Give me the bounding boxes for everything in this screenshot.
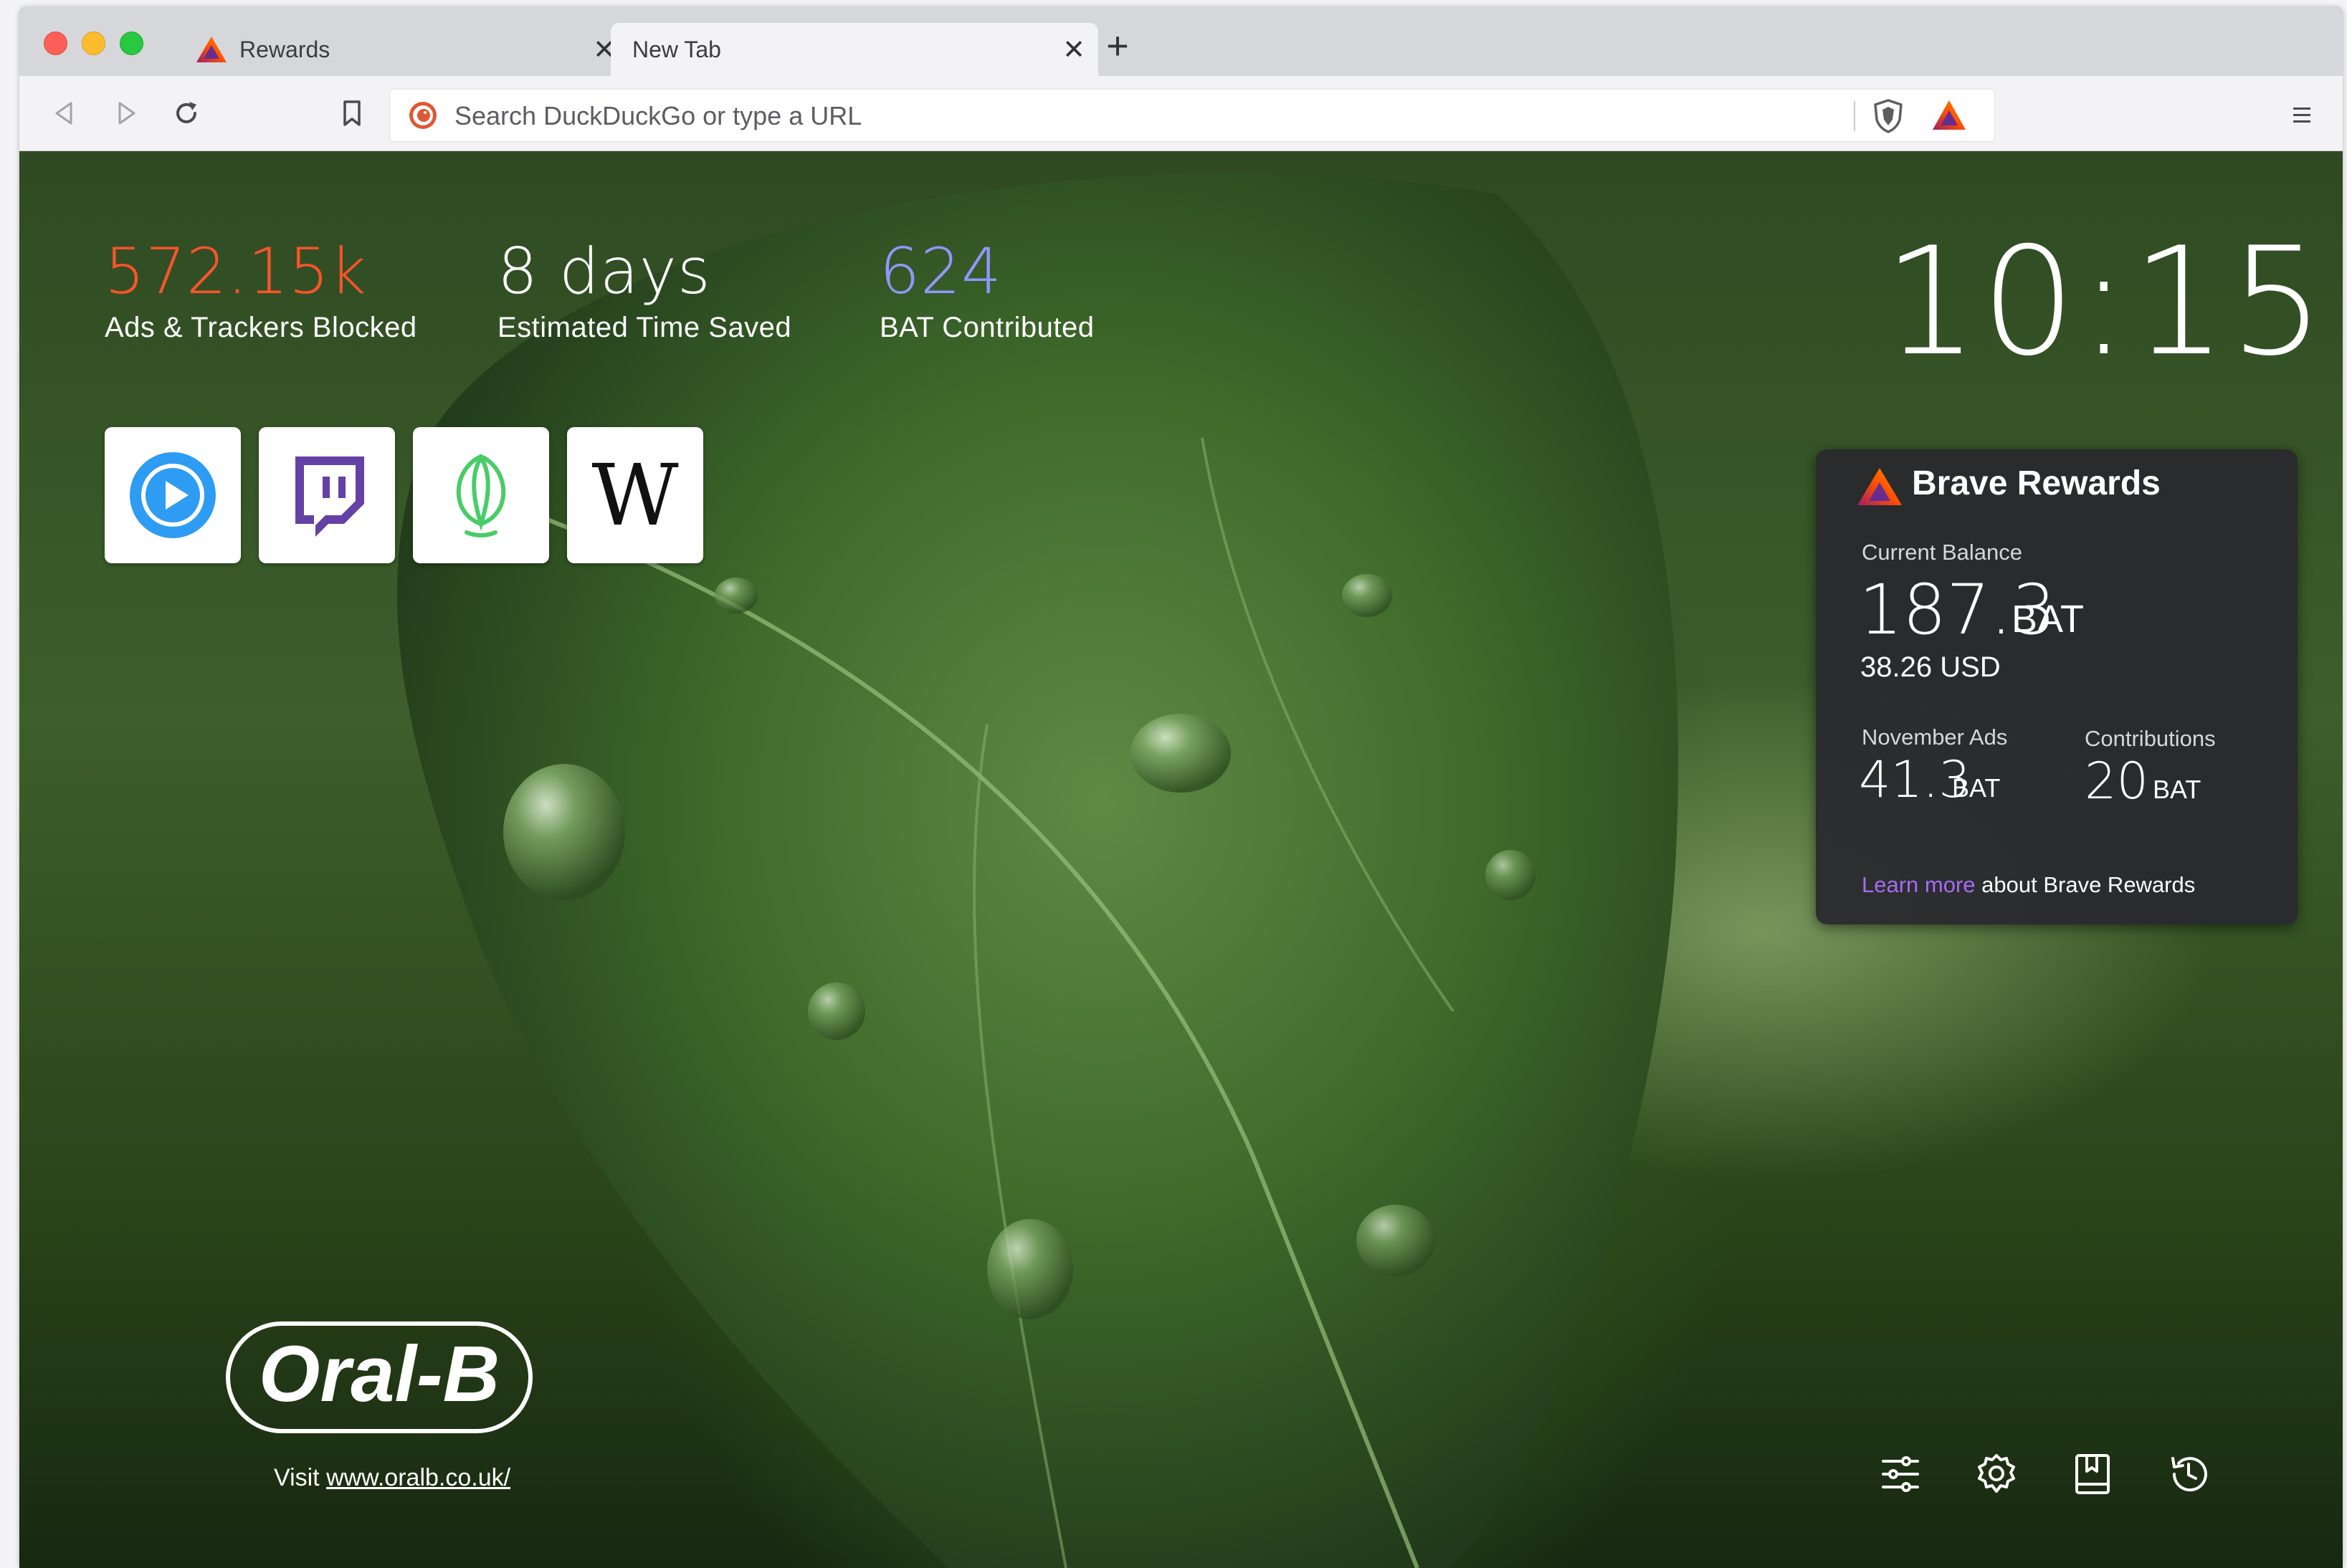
new-tab-button[interactable]: +: [1096, 24, 1139, 67]
close-tab-icon[interactable]: ✕: [1060, 34, 1088, 66]
zoom-window-button[interactable]: [120, 32, 143, 55]
brave-rewards-icon: [196, 37, 227, 62]
minimize-window-button[interactable]: [82, 32, 105, 55]
search-input[interactable]: [453, 97, 1890, 135]
reload-icon: [176, 102, 196, 123]
learn-more-suffix: about Brave Rewards: [1975, 872, 2196, 897]
clock: 10:15: [1883, 216, 2328, 389]
tab-strip: Rewards ✕ New Tab ✕ +: [19, 7, 2343, 76]
bookmarks-button[interactable]: [2070, 1451, 2115, 1497]
bat-contributed-label: BAT Contributed: [880, 312, 1095, 343]
brave-rewards-widget: Brave Rewards Current Balance 187.3 BAT …: [1816, 449, 2298, 924]
bookmark-button[interactable]: [336, 97, 368, 129]
rewards-title: Brave Rewards: [1912, 464, 2161, 502]
contributions-value: 20: [2085, 752, 2149, 811]
customize-icon: [1882, 1456, 1919, 1492]
contributions-unit: BAT: [2153, 775, 2201, 804]
settings-icon: [1978, 1454, 2015, 1493]
back-arrow-icon: [55, 102, 72, 125]
learn-more-text: Learn more about Brave Rewards: [1862, 872, 2195, 898]
tab-title: Rewards: [239, 36, 330, 62]
play-button-icon: [130, 452, 216, 538]
forward-button[interactable]: [110, 97, 141, 129]
ads-blocked-stat: 572.15k Ads & Trackers Blocked: [105, 236, 417, 344]
bookmark-icon: [343, 100, 361, 126]
brave-rewards-icon[interactable]: [1931, 98, 1967, 133]
brave-rewards-logo-icon: [1857, 468, 1902, 505]
history-button[interactable]: [2166, 1451, 2212, 1497]
time-saved-stat: 8 days Estimated Time Saved: [498, 236, 791, 344]
learn-more-link[interactable]: Learn more: [1862, 872, 1976, 897]
tab-new-tab[interactable]: New Tab ✕: [611, 23, 1098, 76]
wikipedia-icon: W: [591, 446, 679, 545]
ads-earnings-label: November Ads: [1862, 725, 2008, 750]
back-button[interactable]: [49, 97, 81, 129]
close-window-button[interactable]: [44, 32, 67, 55]
bat-contributed-stat: 624 BAT Contributed: [880, 236, 1095, 344]
reload-button[interactable]: [171, 97, 202, 129]
ads-blocked-value: 572.15k: [105, 234, 367, 308]
top-site-tile[interactable]: [413, 427, 549, 563]
ads-earnings-unit: BAT: [1952, 773, 2001, 803]
time-saved-label: Estimated Time Saved: [498, 312, 792, 343]
bookmarks-icon: [2075, 1454, 2110, 1494]
bottom-toolbar: [1877, 1451, 2262, 1497]
uphold-icon: [456, 454, 506, 537]
tab-title: New Tab: [632, 36, 721, 62]
time-saved-value: 8 days: [498, 234, 711, 308]
brave-shields-icon[interactable]: [1871, 98, 1905, 134]
menu-icon[interactable]: [2290, 103, 2314, 126]
current-balance-label: Current Balance: [1862, 540, 2023, 565]
oral-b-logo-text: Oral-B: [259, 1330, 500, 1418]
history-icon: [2171, 1457, 2207, 1492]
address-bar-divider: [1854, 101, 1855, 131]
browser-window: Rewards ✕ New Tab ✕ + Search DuckDuckGo …: [19, 7, 2343, 1568]
customize-button[interactable]: [1877, 1451, 1923, 1497]
new-tab-page: 572.15k Ads & Trackers Blocked 8 days Es…: [19, 151, 2343, 1568]
sponsor-visit: Visit www.oralb.co.uk/: [274, 1464, 510, 1492]
oral-b-logo[interactable]: Oral-B: [225, 1321, 533, 1434]
duckduckgo-icon: [409, 102, 437, 129]
top-site-tile[interactable]: W: [567, 427, 703, 563]
contributions-label: Contributions: [2085, 726, 2216, 751]
balance-usd: 38.26 USD: [1860, 651, 2001, 683]
tab-rewards[interactable]: Rewards ✕: [170, 23, 629, 76]
bat-contributed-value: 624: [880, 234, 1002, 308]
top-site-tile[interactable]: [105, 427, 241, 563]
toolbar: [19, 76, 2343, 151]
settings-button[interactable]: [1974, 1451, 2019, 1497]
sponsor-link[interactable]: www.oralb.co.uk/: [326, 1464, 510, 1491]
balance-unit: BAT: [2012, 598, 2085, 641]
forward-arrow-icon: [118, 102, 135, 125]
top-sites: W: [105, 427, 721, 563]
twitch-icon: [295, 456, 364, 537]
address-bar[interactable]: [389, 89, 1995, 142]
top-site-tile[interactable]: [259, 427, 395, 563]
visit-prefix: Visit: [274, 1464, 327, 1491]
ads-blocked-label: Ads & Trackers Blocked: [105, 312, 417, 343]
